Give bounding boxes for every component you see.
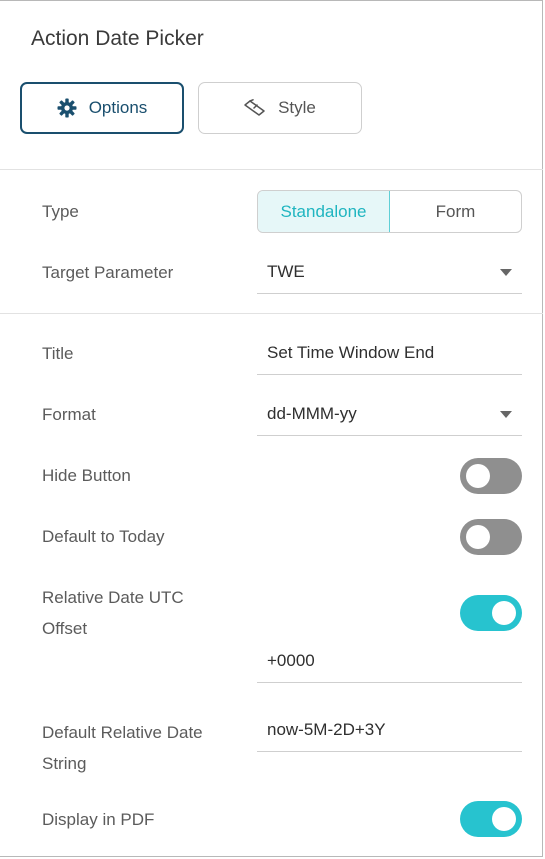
hide-button-toggle[interactable] xyxy=(460,458,522,494)
tab-options-label: Options xyxy=(88,98,148,117)
type-form-button[interactable]: Form xyxy=(390,191,521,232)
chevron-down-icon xyxy=(500,268,512,276)
default-today-toggle[interactable] xyxy=(460,519,522,555)
tab-options[interactable]: Options xyxy=(20,82,184,134)
relative-string-label: Default Relative Date String xyxy=(42,717,203,779)
utc-offset-label: Relative Date UTC Offset xyxy=(42,582,184,644)
target-parameter-value: TWE xyxy=(267,261,305,281)
toggle-knob xyxy=(466,464,490,488)
relative-string-label-line2: String xyxy=(42,754,87,773)
properties-panel: Action Date Picker Options Style Type St… xyxy=(0,0,543,857)
tab-style-label: Style xyxy=(278,98,316,117)
display-pdf-toggle[interactable] xyxy=(460,801,522,837)
utc-offset-input[interactable]: +0000 xyxy=(257,639,522,683)
relative-string-input[interactable]: now-5M-2D+3Y xyxy=(257,708,522,752)
utc-offset-label-line1: Relative Date UTC xyxy=(42,588,184,607)
chevron-down-icon xyxy=(500,410,512,418)
section-divider xyxy=(0,313,543,314)
toggle-knob xyxy=(492,807,516,831)
title-value: Set Time Window End xyxy=(267,342,435,362)
utc-offset-value: +0000 xyxy=(267,650,315,670)
display-pdf-label: Display in PDF xyxy=(42,810,155,829)
hide-button-label: Hide Button xyxy=(42,466,131,485)
relative-string-label-line1: Default Relative Date xyxy=(42,723,203,742)
format-select[interactable]: dd-MMM-yy xyxy=(257,392,522,436)
type-standalone-button[interactable]: Standalone xyxy=(258,191,390,232)
utc-offset-toggle[interactable] xyxy=(460,595,522,631)
title-label: Title xyxy=(42,344,74,363)
gear-icon xyxy=(57,98,77,118)
utc-offset-label-line2: Offset xyxy=(42,619,88,638)
tab-style[interactable]: Style xyxy=(198,82,362,134)
default-today-label: Default to Today xyxy=(42,527,165,546)
title-input[interactable]: Set Time Window End xyxy=(257,331,522,375)
relative-string-value: now-5M-2D+3Y xyxy=(267,719,386,739)
type-segmented-control: Standalone Form xyxy=(257,190,522,233)
section-divider xyxy=(0,169,543,170)
target-parameter-select[interactable]: TWE xyxy=(257,250,522,294)
format-value: dd-MMM-yy xyxy=(267,403,357,423)
target-parameter-label: Target Parameter xyxy=(42,263,174,282)
toggle-knob xyxy=(466,525,490,549)
format-label: Format xyxy=(42,405,96,424)
type-label: Type xyxy=(42,202,79,221)
paintbrush-icon xyxy=(244,99,266,117)
toggle-knob xyxy=(492,601,516,625)
panel-title: Action Date Picker xyxy=(31,27,204,50)
